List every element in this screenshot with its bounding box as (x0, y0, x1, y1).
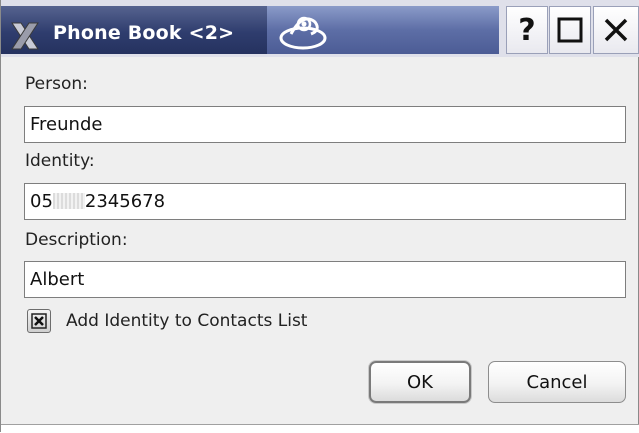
close-icon (604, 18, 628, 42)
title-tab[interactable]: Phone Book <2> (1, 6, 267, 54)
identity-prefix: 05 (30, 191, 53, 212)
description-label: Description: (25, 230, 128, 250)
title-bar[interactable]: Phone Book <2> ? (1, 0, 639, 57)
window-title: Phone Book <2> (53, 22, 235, 44)
help-icon: ? (518, 12, 536, 48)
person-input[interactable] (24, 106, 626, 143)
redacted-digits (52, 193, 85, 209)
swirl-decoration-icon (279, 16, 327, 50)
check-x-icon (31, 313, 47, 329)
maximize-icon (557, 17, 583, 43)
ok-button[interactable]: OK (369, 361, 471, 403)
identity-input[interactable]: 05 2345678 (24, 183, 626, 220)
close-button[interactable] (593, 6, 639, 54)
identity-suffix: 2345678 (84, 191, 166, 212)
maximize-button[interactable] (549, 6, 591, 54)
person-label: Person: (25, 74, 88, 94)
phone-book-dialog: Phone Book <2> ? Person: Identity: (0, 0, 639, 433)
add-to-contacts-label[interactable]: Add Identity to Contacts List (66, 311, 307, 331)
description-input[interactable] (24, 261, 626, 298)
cancel-button[interactable]: Cancel (488, 361, 626, 403)
title-bar-decoration (267, 6, 499, 54)
add-to-contacts-checkbox[interactable] (27, 309, 51, 333)
x-logo-icon[interactable] (9, 20, 41, 52)
help-button[interactable]: ? (506, 6, 548, 54)
identity-label: Identity: (25, 151, 95, 171)
